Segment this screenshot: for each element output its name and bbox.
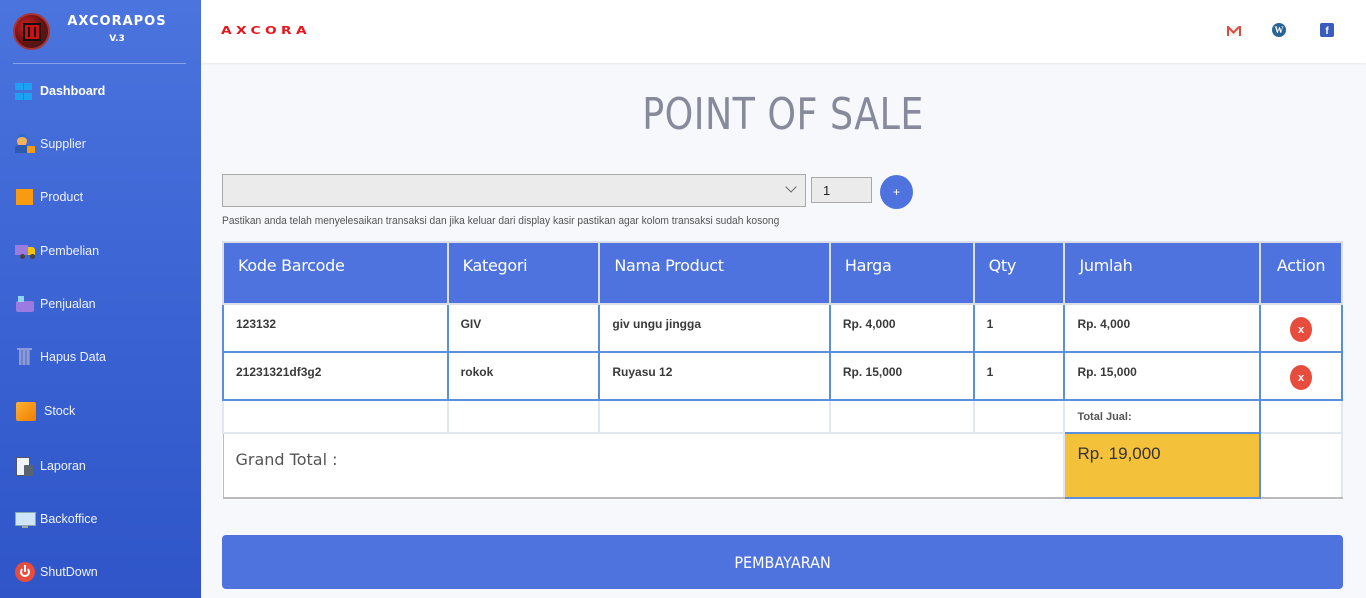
- box-icon: [15, 187, 35, 207]
- cell-barcode: 21231321df3g2: [222, 351, 449, 401]
- page-title: POINT OF SALE: [642, 89, 925, 140]
- sidebar-item-product[interactable]: Product: [15, 186, 83, 208]
- brand-version: V.3: [109, 34, 125, 44]
- package-icon: [15, 401, 36, 421]
- sidebar-item-label: Penjualan: [40, 297, 96, 311]
- brand-logo: [13, 13, 50, 50]
- facebook-icon[interactable]: f: [1320, 23, 1334, 37]
- cell-qty: 1: [972, 351, 1066, 401]
- sidebar-item-supplier[interactable]: Supplier: [15, 133, 86, 155]
- delete-item-button[interactable]: x: [1290, 365, 1313, 390]
- sidebar-item-backoffice[interactable]: Backoffice: [15, 508, 97, 530]
- column-header-qty: Qty: [972, 241, 1066, 305]
- column-header-harga: Harga: [828, 241, 975, 305]
- empty-cell: [446, 399, 601, 434]
- empty-cell: [222, 399, 449, 434]
- grand-total-value: Rp. 19,000: [1063, 432, 1262, 499]
- monitor-icon: [15, 509, 36, 529]
- empty-cell: [828, 399, 975, 434]
- delete-item-button[interactable]: x: [1290, 317, 1313, 342]
- total-jual-label: Total Jual:: [1063, 399, 1262, 434]
- empty-cell: [598, 399, 831, 434]
- gmail-icon[interactable]: [1226, 23, 1242, 39]
- sidebar-item-pembelian[interactable]: Pembelian: [15, 240, 99, 262]
- report-calculator-icon: [15, 456, 35, 476]
- table-row: 123132 GIV giv ungu jingga Rp. 4,000 1 R…: [222, 303, 1343, 353]
- sidebar: AXCORAPOS V.3 Dashboard Supplier Product…: [0, 0, 201, 598]
- divider: [13, 63, 186, 64]
- grand-total-label: Grand Total :: [222, 432, 1066, 499]
- brand: AXCORAPOS V.3: [0, 0, 201, 64]
- hint-text: Pastikan anda telah menyelesaikan transa…: [222, 215, 780, 227]
- axcora-logo[interactable]: AXCORA: [221, 24, 311, 37]
- column-header-nama: Nama Product: [598, 241, 831, 305]
- column-header-kategori: Kategori: [446, 241, 601, 305]
- product-select[interactable]: [222, 174, 806, 207]
- add-item-button[interactable]: +: [880, 175, 913, 209]
- wordpress-icon[interactable]: W: [1272, 23, 1286, 37]
- sidebar-item-label: Dashboard: [40, 84, 106, 98]
- sidebar-item-label: Backoffice: [40, 512, 98, 526]
- cell-nama: giv ungu jingga: [598, 303, 831, 353]
- transaction-table: Kode Barcode Kategori Nama Product Harga…: [222, 241, 1343, 499]
- cell-qty: 1: [972, 303, 1066, 353]
- sidebar-item-label: Supplier: [40, 137, 86, 151]
- total-row: Total Jual:: [222, 399, 1343, 434]
- topbar: AXCORA W f: [201, 0, 1366, 63]
- cell-action: x: [1259, 303, 1343, 353]
- sidebar-item-laporan[interactable]: Laporan: [15, 455, 86, 477]
- sidebar-item-shutdown[interactable]: ShutDown: [15, 561, 98, 583]
- cell-kategori: rokok: [446, 351, 601, 401]
- cell-kategori: GIV: [446, 303, 601, 353]
- cell-nama: Ruyasu 12: [598, 351, 831, 401]
- supplier-icon: [15, 134, 35, 154]
- sidebar-item-penjualan[interactable]: Penjualan: [15, 293, 96, 315]
- brand-name: AXCORAPOS: [67, 14, 167, 29]
- chevron-down-icon: [785, 181, 797, 193]
- grand-total-row: Grand Total : Rp. 19,000: [222, 432, 1343, 499]
- sidebar-item-label: Laporan: [40, 459, 86, 473]
- empty-cell: [972, 399, 1066, 434]
- windows-icon: [15, 81, 35, 101]
- payment-button[interactable]: PEMBAYARAN: [222, 535, 1343, 589]
- table-header-row: Kode Barcode Kategori Nama Product Harga…: [222, 241, 1343, 305]
- column-header-barcode: Kode Barcode: [222, 241, 449, 305]
- cell-harga: Rp. 4,000: [828, 303, 975, 353]
- sidebar-item-label: Product: [40, 190, 84, 204]
- quantity-input[interactable]: [811, 177, 872, 203]
- cell-harga: Rp. 15,000: [828, 351, 975, 401]
- truck-icon: [15, 241, 35, 261]
- sidebar-item-label: Hapus Data: [40, 350, 107, 364]
- trash-icon: [15, 347, 35, 367]
- power-icon: [15, 562, 35, 582]
- cash-register-icon: [15, 294, 35, 314]
- sidebar-item-label: Pembelian: [40, 244, 100, 258]
- sidebar-item-hapus-data[interactable]: Hapus Data: [15, 346, 106, 368]
- sidebar-item-label: Stock: [44, 404, 76, 418]
- column-header-action: Action: [1259, 241, 1343, 305]
- table-row: 21231321df3g2 rokok Ruyasu 12 Rp. 15,000…: [222, 351, 1343, 401]
- cell-barcode: 123132: [222, 303, 449, 353]
- sidebar-item-dashboard[interactable]: Dashboard: [15, 80, 105, 102]
- empty-cell: [1259, 432, 1343, 499]
- cell-action: x: [1259, 351, 1343, 401]
- cell-jumlah: Rp. 4,000: [1063, 303, 1262, 353]
- sidebar-item-stock[interactable]: Stock: [15, 400, 75, 422]
- cell-jumlah: Rp. 15,000: [1063, 351, 1262, 401]
- sidebar-item-label: ShutDown: [40, 565, 98, 579]
- empty-cell: [1259, 399, 1343, 434]
- column-header-jumlah: Jumlah: [1063, 241, 1262, 305]
